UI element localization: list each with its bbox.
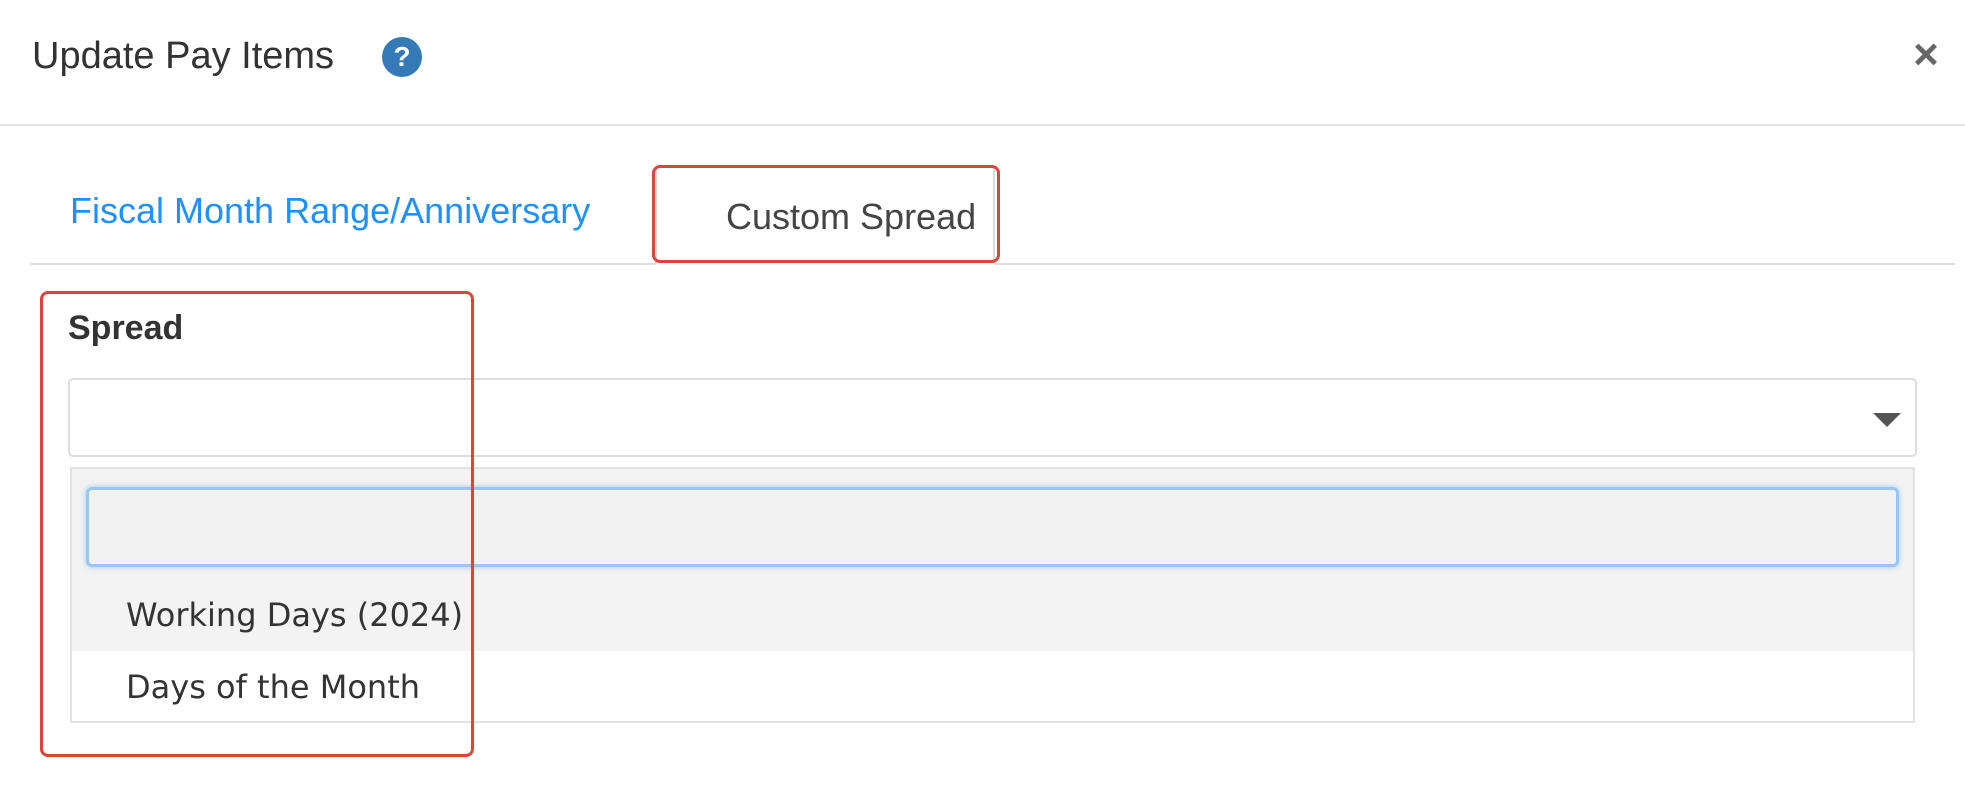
dropdown-option-days-of-month[interactable]: Days of the Month	[72, 651, 1913, 721]
help-icon[interactable]: ?	[382, 37, 422, 77]
spread-select[interactable]	[68, 378, 1917, 457]
spread-dropdown: Working Days (2024) Days of the Month	[70, 467, 1915, 723]
dialog-header: Update Pay Items ? ×	[0, 0, 1965, 126]
tab-custom-spread-label: Custom Spread	[726, 196, 977, 237]
tab-custom-spread[interactable]: Custom Spread	[655, 165, 995, 265]
update-pay-items-dialog: Update Pay Items ? × Fiscal Month Range/…	[0, 0, 1965, 803]
tab-bar: Fiscal Month Range/Anniversary Custom Sp…	[30, 165, 1955, 265]
tab-fiscal-month-range[interactable]: Fiscal Month Range/Anniversary	[70, 189, 590, 233]
dropdown-search-input[interactable]	[86, 487, 1899, 567]
spread-label: Spread	[68, 309, 184, 347]
dialog-title: Update Pay Items	[32, 35, 335, 77]
dropdown-option-working-days[interactable]: Working Days (2024)	[72, 579, 1913, 651]
chevron-down-icon	[1873, 413, 1901, 427]
close-icon[interactable]: ×	[1904, 30, 1948, 80]
dropdown-search-container	[72, 469, 1913, 579]
